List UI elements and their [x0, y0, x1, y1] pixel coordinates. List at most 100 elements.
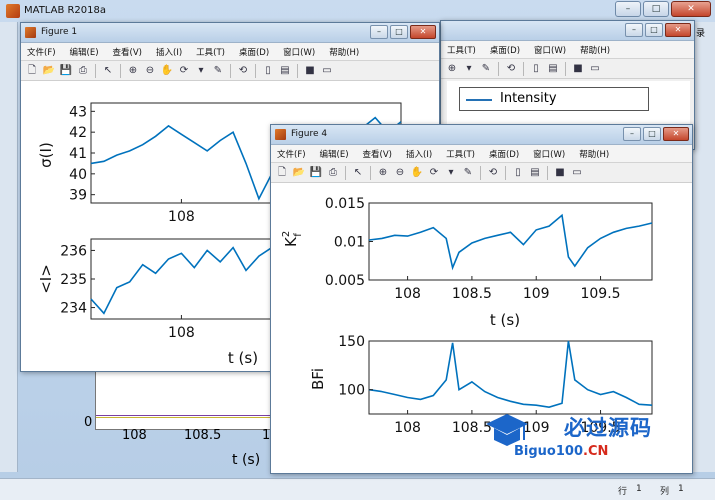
- fig-bg-close-button[interactable]: ✕: [665, 23, 691, 37]
- fig1-top-ytick-label: 43: [69, 104, 87, 120]
- fig1-bottom-ytick-label: 236: [60, 243, 87, 259]
- menu-file[interactable]: 文件(F): [27, 46, 56, 58]
- graduation-cap-icon: [486, 414, 528, 446]
- colorbar-icon[interactable]: ▯: [529, 62, 543, 76]
- menu-help[interactable]: 帮助(H): [580, 44, 610, 56]
- fig4-minimize-button[interactable]: –: [623, 127, 641, 141]
- rotate-icon[interactable]: ⟳: [177, 64, 191, 78]
- fig-bg-toolbar: ⊕ ▾ ✎ ⟲ ▯ ▤ ■ ▭: [441, 59, 694, 79]
- legend-icon[interactable]: ▤: [528, 166, 542, 180]
- fig-bg-menubar: 工具(T) 桌面(D) 窗口(W) 帮助(H): [441, 41, 694, 59]
- menu-view[interactable]: 查看(V): [363, 148, 392, 160]
- colorbar-icon[interactable]: ▯: [261, 64, 275, 78]
- fig1-close-button[interactable]: ✕: [410, 25, 436, 39]
- pan-icon[interactable]: ✋: [410, 166, 424, 180]
- menu-edit[interactable]: 编辑(E): [70, 46, 99, 58]
- minimize-button[interactable]: –: [615, 1, 641, 17]
- close-button[interactable]: ✕: [671, 1, 711, 17]
- datatip-icon[interactable]: ▾: [444, 166, 458, 180]
- fig1-maximize-button[interactable]: □: [390, 25, 408, 39]
- menu-tools[interactable]: 工具(T): [446, 148, 475, 160]
- legend-line: [466, 99, 492, 101]
- open-icon[interactable]: 📂: [292, 166, 306, 180]
- fig1-top-ylabel: σ(I): [37, 142, 55, 168]
- dock-icon[interactable]: ▭: [570, 166, 584, 180]
- open-icon[interactable]: 📂: [42, 64, 56, 78]
- fig1-top-ytick-label: 41: [69, 146, 87, 162]
- menu-tools[interactable]: 工具(T): [196, 46, 225, 58]
- link-icon[interactable]: ⟲: [236, 64, 250, 78]
- hide-tools-icon[interactable]: ■: [553, 166, 567, 180]
- fig4-top-xtick-label: 109.5: [580, 286, 620, 302]
- hide-tools-icon[interactable]: ■: [571, 62, 585, 76]
- figure-icon: [25, 27, 36, 38]
- menu-window[interactable]: 窗口(W): [534, 44, 566, 56]
- fig-bg-minimize-button[interactable]: –: [625, 23, 643, 37]
- hide-tools-icon[interactable]: ■: [303, 64, 317, 78]
- menu-insert[interactable]: 插入(I): [406, 148, 432, 160]
- link-icon[interactable]: ⟲: [486, 166, 500, 180]
- save-icon[interactable]: 💾: [59, 64, 73, 78]
- new-file-icon[interactable]: 🗋: [25, 64, 39, 78]
- fig4-bottom-ytick-label: 100: [338, 383, 365, 399]
- fig1-bottom-ylabel: <I>: [37, 264, 55, 294]
- pan-icon[interactable]: ✋: [160, 64, 174, 78]
- fig-bg-maximize-button[interactable]: □: [645, 23, 663, 37]
- menu-insert[interactable]: 插入(I): [156, 46, 182, 58]
- rotate-icon[interactable]: ⟳: [427, 166, 441, 180]
- fig4-bottom-xtick-label: 108: [394, 420, 421, 436]
- colorbar-icon[interactable]: ▯: [511, 166, 525, 180]
- left-panel-strip: [0, 22, 18, 472]
- fig4-top-xtick-label: 109: [523, 286, 550, 302]
- save-icon[interactable]: 💾: [309, 166, 323, 180]
- menu-desktop[interactable]: 桌面(D): [489, 148, 519, 160]
- watermark-url-tld: .CN: [583, 444, 609, 459]
- figure-4-title-bar: Figure 4 – □ ✕: [271, 125, 692, 145]
- zoom-out-icon[interactable]: ⊖: [143, 64, 157, 78]
- menu-view[interactable]: 查看(V): [113, 46, 142, 58]
- fig4-close-button[interactable]: ✕: [663, 127, 689, 141]
- fig4-top-xlabel: t (s): [490, 311, 520, 329]
- menu-help[interactable]: 帮助(H): [329, 46, 359, 58]
- dock-icon[interactable]: ▭: [320, 64, 334, 78]
- main-window-title: MATLAB R2018a: [24, 5, 107, 16]
- legend-icon[interactable]: ▤: [278, 64, 292, 78]
- matlab-logo-icon: [6, 4, 20, 18]
- watermark-title: 必过源码: [564, 416, 652, 440]
- print-icon[interactable]: ⎙: [76, 64, 90, 78]
- link-icon[interactable]: ⟲: [504, 62, 518, 76]
- menu-edit[interactable]: 编辑(E): [320, 148, 349, 160]
- brush-icon[interactable]: ✎: [479, 62, 493, 76]
- menu-desktop[interactable]: 桌面(D): [239, 46, 269, 58]
- fig1-bottom-ytick-label: 234: [60, 301, 87, 317]
- menu-desktop[interactable]: 桌面(D): [490, 44, 520, 56]
- figure-icon: [275, 129, 286, 140]
- brush-icon[interactable]: ✎: [211, 64, 225, 78]
- maximize-button[interactable]: □: [643, 1, 669, 17]
- menu-tools[interactable]: 工具(T): [447, 44, 476, 56]
- pointer-icon[interactable]: ↖: [351, 166, 365, 180]
- print-icon[interactable]: ⎙: [326, 166, 340, 180]
- fig1-minimize-button[interactable]: –: [370, 25, 388, 39]
- legend-icon[interactable]: ▤: [546, 62, 560, 76]
- watermark-url-main: Biguo100: [514, 444, 583, 459]
- datatip-icon[interactable]: ▾: [194, 64, 208, 78]
- status-col-label: 列: [660, 487, 670, 497]
- zoom-in-icon[interactable]: ⊕: [126, 64, 140, 78]
- menu-file[interactable]: 文件(F): [277, 148, 306, 160]
- status-row-label: 行: [618, 487, 628, 497]
- menu-window[interactable]: 窗口(W): [283, 46, 315, 58]
- new-file-icon[interactable]: 🗋: [275, 166, 289, 180]
- brush-icon[interactable]: ✎: [461, 166, 475, 180]
- datatip-icon[interactable]: ▾: [462, 62, 476, 76]
- zoom-out-icon[interactable]: ⊖: [393, 166, 407, 180]
- fig4-maximize-button[interactable]: □: [643, 127, 661, 141]
- menu-help[interactable]: 帮助(H): [579, 148, 609, 160]
- pointer-icon[interactable]: ↖: [101, 64, 115, 78]
- zoom-in-icon[interactable]: ⊕: [445, 62, 459, 76]
- dock-icon[interactable]: ▭: [588, 62, 602, 76]
- zoom-in-icon[interactable]: ⊕: [376, 166, 390, 180]
- figure-1-title-bar: Figure 1 – □ ✕: [21, 23, 439, 43]
- fig4-top-ytick-label: 0.005: [325, 273, 365, 289]
- menu-window[interactable]: 窗口(W): [533, 148, 565, 160]
